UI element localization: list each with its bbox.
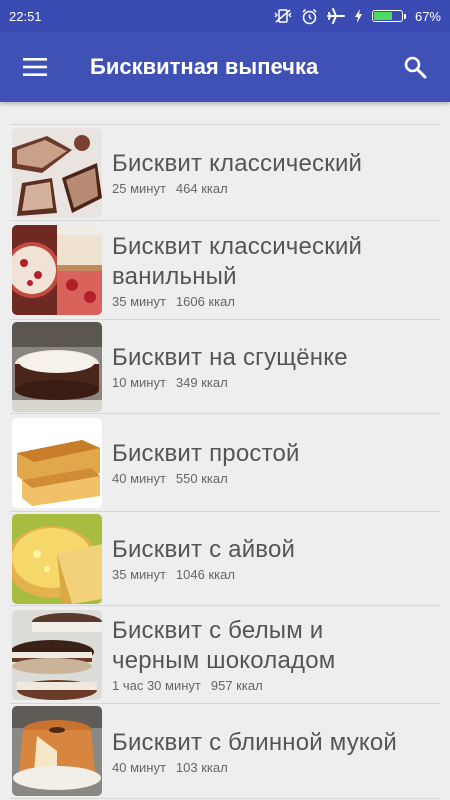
airplane-icon	[326, 8, 345, 24]
recipe-meta: 40 минут 550 ккал	[112, 471, 440, 486]
status-icons: 67%	[274, 8, 441, 25]
recipe-calories: 103 ккал	[175, 759, 228, 775]
recipe-time: 35 минут	[112, 567, 166, 582]
recipe-name: Бисквит с айвой	[112, 536, 296, 563]
hamburger-menu-icon	[23, 58, 47, 76]
recipe-item[interactable]: Бисквит с айвой 35 минут 1046 ккал	[10, 512, 440, 606]
recipe-calories: 957 ккал	[210, 678, 263, 693]
recipe-item[interactable]: Бисквит классический ванильный 35 минут 1…	[10, 221, 440, 320]
charging-icon	[354, 9, 363, 23]
search-button[interactable]	[380, 32, 450, 102]
recipe-name: Бисквит с белым и черным шоколадом	[112, 617, 336, 674]
chocolate-cake-photo	[12, 321, 102, 412]
recipe-name: Бисквит простой	[112, 440, 300, 467]
chocolate-layer-cake-photo	[12, 609, 102, 700]
recipe-name: Бисквит на сгущёнке	[112, 344, 348, 371]
recipe-meta: 35 минут 1046 ккал	[112, 567, 440, 582]
recipe-calories: 1046 ккал	[175, 567, 235, 582]
page-title: Бисквитная выпечка	[90, 54, 319, 79]
recipe-time: 40 минут	[112, 471, 166, 486]
vibrate-off-icon	[274, 8, 292, 24]
recipe-meta: 25 минут 464 ккал	[112, 181, 440, 196]
recipe-time: 10 минут	[112, 375, 166, 390]
recipe-calories: 349 ккал	[175, 375, 228, 390]
recipe-item[interactable]: Бисквит простой 40 минут 550 ккал	[10, 414, 440, 512]
recipe-time: 40 минут	[112, 759, 166, 775]
recipe-meta: 10 минут 349 ккал	[112, 375, 440, 390]
plain-sponge-photo	[12, 417, 102, 508]
berry-sponge-photo	[12, 225, 102, 315]
recipe-item[interactable]: Бисквит с белым и черным шоколадом 1 час…	[10, 606, 440, 704]
alarm-icon	[301, 8, 318, 25]
recipe-time: 1 час 30 минут	[112, 678, 201, 693]
recipe-time: 25 минут	[112, 181, 166, 196]
bundt-cake-photo	[12, 706, 102, 796]
recipe-meta: 40 минут 103 ккал	[112, 760, 440, 775]
recipe-calories: 1606 ккал	[175, 293, 235, 309]
recipe-name: Бисквит классический ванильный	[112, 232, 363, 290]
quince-sponge-photo	[12, 513, 102, 604]
recipe-item[interactable]: Бисквит классический 25 минут 464 ккал	[10, 125, 440, 221]
recipe-time: 35 минут	[112, 293, 166, 309]
battery-icon	[371, 10, 406, 22]
recipe-name: Бисквит с блинной мукой	[112, 728, 398, 756]
app-bar: Бисквитная выпечка	[0, 32, 450, 102]
status-time: 22:51	[9, 8, 42, 24]
chocolate-sponge-photo	[12, 127, 102, 218]
recipe-calories: 550 ккал	[175, 471, 228, 486]
recipe-item[interactable]: Бисквит на сгущёнке 10 минут 349 ккал	[10, 320, 440, 414]
menu-button[interactable]	[0, 32, 70, 102]
battery-percent: 67%	[414, 8, 441, 24]
recipe-meta: 35 минут 1606 ккал	[112, 294, 440, 309]
search-icon	[404, 56, 427, 79]
recipe-list: Бисквит классический 25 минут 464 ккал Би…	[10, 124, 440, 799]
recipe-name: Бисквит классический	[112, 150, 363, 177]
recipe-item[interactable]: Бисквит с блинной мукой 40 минут 103 ккал	[10, 704, 440, 799]
recipe-calories: 464 ккал	[175, 181, 228, 196]
recipe-meta: 1 час 30 минут 957 ккал	[112, 678, 440, 693]
status-bar: 22:51 67%	[0, 0, 450, 32]
